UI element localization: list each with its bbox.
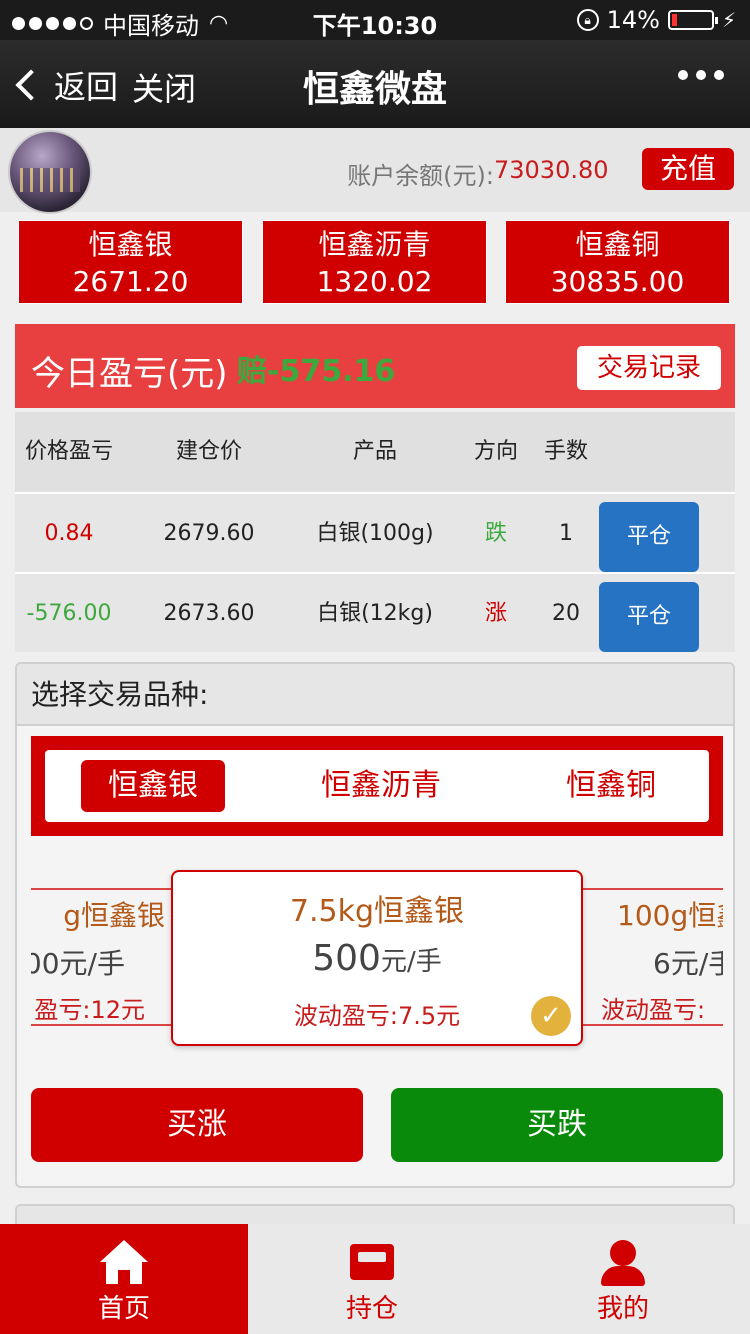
row-open-price: 2673.60 bbox=[163, 601, 255, 626]
header-direction: 方向 bbox=[473, 439, 518, 464]
battery-icon bbox=[667, 10, 718, 30]
selector-title: 选择交易品种: bbox=[17, 664, 733, 726]
nav-bar: 返回 关闭 恒鑫微盘 bbox=[0, 40, 750, 128]
row-product: 白银(100g) bbox=[316, 521, 434, 546]
price-tiles: 恒鑫银 2671.20 恒鑫沥青 1320.02 恒鑫铜 30835.00 bbox=[0, 220, 750, 304]
balance-label: 账户余额(元): bbox=[347, 162, 494, 190]
row-lots: 1 bbox=[559, 521, 573, 546]
contract-card-right[interactable]: 100g恒鑫 6元/手 波动盈亏: bbox=[583, 888, 723, 1026]
buy-up-button[interactable]: 买涨 bbox=[31, 1088, 363, 1162]
positions-table: 价格盈亏 建仓价 产品 方向 手数 0.84 2679.60 白银(100g) … bbox=[15, 412, 735, 652]
today-pnl-bar: 今日盈亏(元) 赔-575.16 交易记录 bbox=[15, 324, 735, 408]
price-tile-copper[interactable]: 恒鑫铜 30835.00 bbox=[505, 220, 730, 304]
header-product: 产品 bbox=[352, 439, 397, 464]
contract-card-left[interactable]: g恒鑫银 00元/手 盈亏:12元 bbox=[31, 888, 171, 1026]
bottom-tab-bar: 首页 持仓 我的 bbox=[0, 1224, 750, 1334]
home-icon bbox=[98, 1240, 150, 1284]
buy-down-button[interactable]: 买跌 bbox=[391, 1088, 723, 1162]
more-dot bbox=[678, 70, 688, 80]
more-dot bbox=[696, 70, 706, 80]
product-selector-panel: 选择交易品种: 恒鑫银 恒鑫沥青 恒鑫铜 g恒鑫银 00元/手 盈亏:12元 1… bbox=[15, 662, 735, 1188]
close-position-button[interactable]: 平仓 bbox=[599, 502, 699, 572]
row-direction: 涨 bbox=[484, 601, 507, 626]
contract-card-selected[interactable]: 7.5kg恒鑫银 500元/手 波动盈亏:7.5元 ✓ bbox=[171, 870, 583, 1046]
tile-price: 1320.02 bbox=[316, 265, 433, 298]
account-bar: 账户余额(元): 73030.80 充值 bbox=[0, 128, 750, 214]
tile-name: 恒鑫沥青 bbox=[318, 228, 431, 261]
product-tabs: 恒鑫银 恒鑫沥青 恒鑫铜 bbox=[45, 750, 709, 822]
avatar[interactable] bbox=[8, 130, 92, 214]
loss-value: -575.16 bbox=[267, 354, 396, 389]
tile-price: 30835.00 bbox=[550, 265, 685, 298]
tab-asphalt[interactable]: 恒鑫沥青 bbox=[291, 760, 471, 812]
row-lots: 20 bbox=[552, 601, 580, 626]
card-fluct: 波动盈亏:7.5元 bbox=[293, 1002, 461, 1030]
card-name: g恒鑫银 bbox=[63, 899, 165, 932]
tabbar-positions-label: 持仓 bbox=[345, 1294, 398, 1324]
row-direction: 跌 bbox=[484, 521, 507, 546]
loss-prefix: 赔 bbox=[237, 354, 267, 389]
more-menu-button[interactable] bbox=[678, 70, 724, 80]
table-row: 0.84 2679.60 白银(100g) 跌 1 平仓 bbox=[15, 492, 735, 572]
tile-name: 恒鑫银 bbox=[88, 228, 173, 261]
card-price-line: 500元/手 bbox=[173, 938, 581, 979]
today-pnl-label: 今日盈亏(元) bbox=[31, 354, 228, 394]
tab-copper[interactable]: 恒鑫铜 bbox=[539, 760, 683, 812]
balance-value: 73030.80 bbox=[494, 156, 609, 184]
product-tabs-container: 恒鑫银 恒鑫沥青 恒鑫铜 bbox=[31, 736, 723, 836]
header-pnl: 价格盈亏 bbox=[24, 439, 113, 464]
table-row: -576.00 2673.60 白银(12kg) 涨 20 平仓 bbox=[15, 572, 735, 652]
card-price-unit: 元/手 bbox=[380, 947, 442, 977]
price-tile-silver[interactable]: 恒鑫银 2671.20 bbox=[18, 220, 243, 304]
status-bar: 中国移动 ◠ 下午10:30 🔒︎ 14% ⚡︎ bbox=[0, 0, 750, 40]
row-open-price: 2679.60 bbox=[163, 521, 255, 546]
contract-carousel: g恒鑫银 00元/手 盈亏:12元 100g恒鑫 6元/手 波动盈亏: 7.5k… bbox=[31, 870, 723, 1046]
header-lots: 手数 bbox=[543, 439, 588, 464]
card-price: 6元/手 bbox=[653, 947, 723, 980]
table-header: 价格盈亏 建仓价 产品 方向 手数 bbox=[15, 412, 735, 492]
card-name: 7.5kg恒鑫银 bbox=[289, 894, 465, 929]
user-icon bbox=[597, 1240, 649, 1286]
more-dot bbox=[714, 70, 724, 80]
battery-percent: 14% bbox=[606, 6, 660, 34]
tabbar-home-label: 首页 bbox=[97, 1294, 150, 1324]
page-title: 恒鑫微盘 bbox=[302, 69, 447, 110]
tile-name: 恒鑫铜 bbox=[575, 228, 660, 261]
close-position-button[interactable]: 平仓 bbox=[599, 582, 699, 652]
tab-silver[interactable]: 恒鑫银 bbox=[81, 760, 225, 812]
row-pnl: -576.00 bbox=[26, 601, 112, 626]
header-open-price: 建仓价 bbox=[175, 439, 242, 464]
card-price: 00元/手 bbox=[31, 947, 125, 980]
rotation-lock-icon: 🔒︎ bbox=[576, 9, 599, 31]
card-fluct: 盈亏:12元 bbox=[34, 996, 145, 1024]
tabbar-positions[interactable]: 持仓 bbox=[248, 1224, 496, 1334]
charging-icon: ⚡︎ bbox=[721, 8, 736, 32]
card-name: 100g恒鑫 bbox=[617, 899, 723, 932]
recharge-button[interactable]: 充值 bbox=[642, 148, 734, 190]
card-fluct: 波动盈亏: bbox=[601, 996, 706, 1024]
price-tile-asphalt[interactable]: 恒鑫沥青 1320.02 bbox=[262, 220, 487, 304]
row-product: 白银(12kg) bbox=[317, 601, 433, 626]
today-pnl-value: 赔-575.16 bbox=[237, 346, 395, 390]
inbox-icon bbox=[346, 1240, 398, 1284]
status-right: 🔒︎ 14% ⚡︎ bbox=[576, 6, 736, 34]
tabbar-mine-label: 我的 bbox=[596, 1294, 649, 1324]
row-pnl: 0.84 bbox=[44, 521, 94, 546]
trade-records-button[interactable]: 交易记录 bbox=[577, 346, 721, 390]
tile-price: 2671.20 bbox=[72, 265, 189, 298]
tabbar-home[interactable]: 首页 bbox=[0, 1224, 248, 1334]
tabbar-mine[interactable]: 我的 bbox=[496, 1224, 750, 1334]
checkmark-icon: ✓ bbox=[531, 996, 571, 1036]
card-price: 500 bbox=[312, 938, 381, 979]
